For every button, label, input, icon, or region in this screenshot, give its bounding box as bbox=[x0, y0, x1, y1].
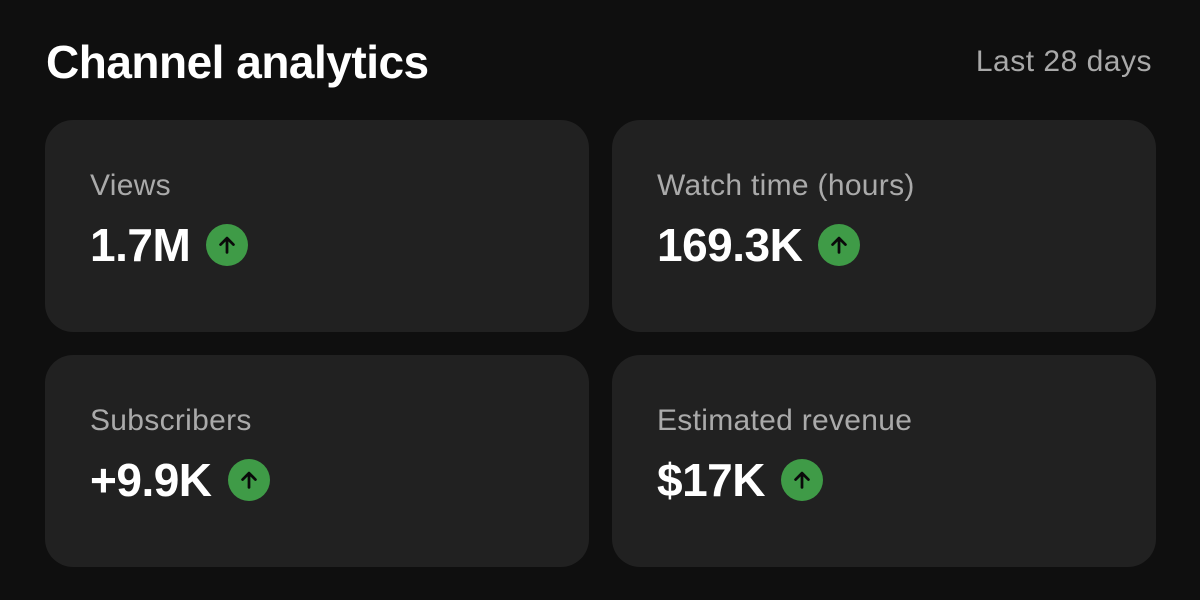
watch-time-label: Watch time (hours) bbox=[657, 169, 915, 202]
trend-up-icon bbox=[206, 224, 249, 266]
views-label: Views bbox=[90, 169, 171, 202]
metrics-grid: Views 1.7M Watch time (hours) 169.3K Sub… bbox=[45, 120, 1156, 567]
views-value: 1.7M bbox=[90, 219, 191, 271]
estimated-revenue-card[interactable]: Estimated revenue $17K bbox=[612, 355, 1156, 567]
trend-up-icon bbox=[780, 459, 823, 501]
watch-time-card[interactable]: Watch time (hours) 169.3K bbox=[612, 120, 1156, 332]
trend-up-icon bbox=[227, 459, 270, 501]
subscribers-value-row: +9.9K bbox=[90, 453, 589, 507]
views-card[interactable]: Views 1.7M bbox=[45, 120, 589, 332]
analytics-header: Channel analytics Last 28 days bbox=[46, 30, 1152, 94]
page-title: Channel analytics bbox=[46, 36, 429, 88]
subscribers-card[interactable]: Subscribers +9.9K bbox=[45, 355, 589, 567]
date-range-selector[interactable]: Last 28 days bbox=[976, 45, 1152, 79]
arrow-up-icon bbox=[794, 471, 810, 489]
estimated-revenue-label: Estimated revenue bbox=[657, 404, 913, 437]
arrow-up-icon bbox=[240, 471, 257, 489]
views-value-row: 1.7M bbox=[90, 218, 589, 272]
trend-up-icon bbox=[818, 224, 861, 266]
estimated-revenue-value-row: $17K bbox=[657, 453, 1156, 507]
watch-time-value: 169.3K bbox=[657, 219, 803, 271]
arrow-up-icon bbox=[219, 236, 236, 254]
arrow-up-icon bbox=[831, 236, 848, 254]
subscribers-value: +9.9K bbox=[90, 454, 212, 506]
watch-time-value-row: 169.3K bbox=[657, 218, 1156, 272]
estimated-revenue-value: $17K bbox=[657, 454, 765, 506]
subscribers-label: Subscribers bbox=[90, 404, 252, 437]
channel-analytics-page: Channel analytics Last 28 days Views 1.7… bbox=[0, 0, 1200, 600]
